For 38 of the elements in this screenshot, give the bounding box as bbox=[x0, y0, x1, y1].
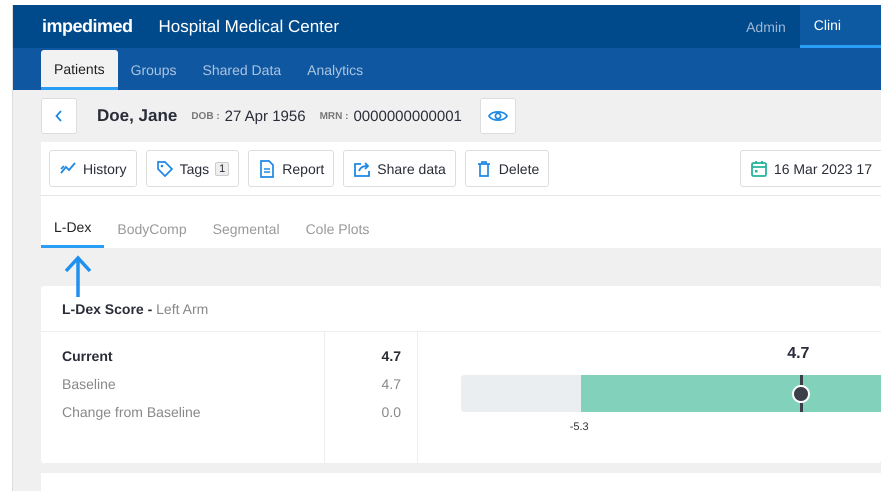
nav-tab[interactable]: Shared Data bbox=[190, 50, 294, 90]
date-button[interactable]: 16 Mar 2023 17 bbox=[740, 150, 881, 187]
nav-tab[interactable]: Analytics bbox=[294, 50, 376, 90]
row-value: 4.7 bbox=[380, 348, 401, 366]
chevron-left-icon bbox=[55, 110, 63, 122]
view-button[interactable] bbox=[480, 98, 516, 134]
row-label: Baseline bbox=[62, 376, 117, 394]
share-icon bbox=[353, 160, 372, 178]
row-label: Change from Baseline bbox=[62, 404, 202, 422]
header-tab[interactable]: Clini bbox=[800, 5, 881, 48]
toolbar-button[interactable]: Delete bbox=[464, 150, 550, 187]
toolbar-button[interactable]: Tags 1 bbox=[146, 150, 240, 187]
calendar-icon bbox=[750, 160, 768, 178]
nav-tab[interactable]: Patients bbox=[41, 50, 118, 90]
card-title: L-Dex Score - Left Arm bbox=[41, 286, 881, 332]
annotation-arrow bbox=[63, 255, 93, 297]
dob-label: DOB : bbox=[191, 110, 220, 122]
site-title: Hospital Medical Center bbox=[158, 16, 339, 36]
mrn-label: MRN : bbox=[320, 110, 348, 122]
row-value: 4.7 bbox=[380, 376, 401, 394]
tag-icon bbox=[156, 160, 174, 178]
count-badge: 1 bbox=[215, 162, 230, 176]
row-value: 0.0 bbox=[380, 404, 401, 422]
row-label: Current bbox=[62, 348, 114, 366]
toolbar-button[interactable]: Report bbox=[248, 150, 334, 187]
toolbar-button[interactable]: Share data bbox=[343, 150, 456, 187]
header-tab[interactable]: Admin bbox=[732, 5, 800, 48]
toolbar-button[interactable]: History bbox=[49, 150, 137, 187]
view-tab[interactable]: L-Dex bbox=[41, 209, 104, 248]
mrn-value: 0000000000001 bbox=[353, 108, 462, 124]
dob-value: 27 Apr 1956 bbox=[224, 108, 306, 124]
eye-icon bbox=[488, 109, 508, 123]
marker-value: 4.7 bbox=[787, 345, 810, 363]
nav-tab[interactable]: Groups bbox=[118, 50, 190, 90]
tick-label: -5.3 bbox=[570, 421, 589, 433]
document-icon bbox=[258, 160, 276, 178]
logo: impedimed bbox=[42, 16, 133, 37]
patient-name: Doe, Jane bbox=[97, 106, 178, 126]
